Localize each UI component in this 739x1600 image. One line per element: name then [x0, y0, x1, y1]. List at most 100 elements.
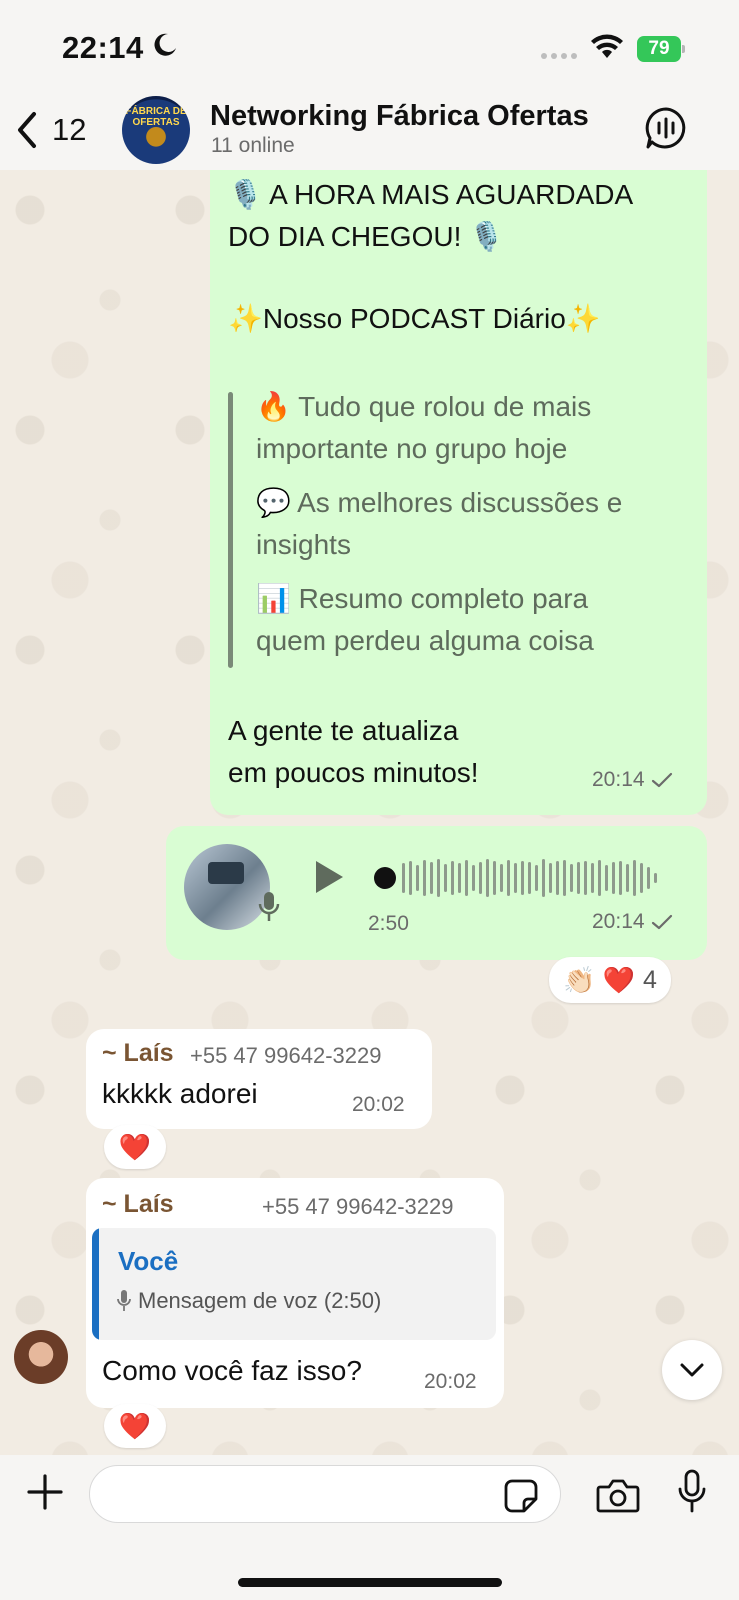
message-lais-2[interactable]: ~ Laís +55 47 99642-3229 Você Mensagem d… — [86, 1178, 504, 1408]
online-count: 11 online — [211, 134, 295, 157]
plus-icon[interactable] — [26, 1473, 64, 1511]
sent-check-icon — [651, 914, 672, 930]
waveform-bar — [493, 861, 496, 895]
message-text: kkkkk adorei — [102, 1078, 258, 1109]
reaction-pill[interactable]: ❤️ — [104, 1125, 166, 1169]
mic-icon — [258, 892, 280, 921]
waveform-bar — [577, 862, 580, 894]
voice-chat-icon[interactable] — [644, 106, 688, 150]
sender-avatar[interactable] — [14, 1330, 68, 1384]
message-line: A gente te atualiza — [228, 715, 459, 746]
status-bar: 22:14 79 — [0, 0, 739, 92]
waveform-bar — [570, 864, 573, 892]
camera-icon[interactable] — [596, 1477, 640, 1513]
quote-line: importante no grupo hoje — [256, 433, 568, 464]
waveform-bar — [619, 861, 622, 895]
signal-icon — [541, 53, 577, 59]
group-avatar[interactable]: FÁBRICA DE OFERTAS — [122, 96, 190, 164]
waveform-bar — [549, 863, 552, 893]
waveform-bar — [612, 862, 615, 894]
message-line: 🎙️ A HORA MAIS AGUARDADA — [228, 179, 634, 210]
message-podcast[interactable]: 🎙️ A HORA MAIS AGUARDADA DO DIA CHEGOU! … — [210, 170, 707, 815]
waveform-bar — [409, 861, 412, 895]
reaction-pill[interactable]: 👏🏻 ❤️ 4 — [549, 957, 671, 1003]
waveform-bar — [437, 859, 440, 897]
message-time: 20:14 — [592, 768, 645, 791]
quoted-reply[interactable]: Você Mensagem de voz (2:50) — [92, 1228, 496, 1340]
waveform-bar — [465, 860, 468, 896]
composer-bar — [0, 1455, 739, 1600]
chat-header: 12 FÁBRICA DE OFERTAS Networking Fábrica… — [0, 92, 739, 170]
sent-check-icon — [651, 772, 672, 788]
waveform-bar — [507, 860, 510, 896]
battery-level: 79 — [637, 36, 681, 62]
message-line: em poucos minutos! — [228, 757, 479, 788]
quote-line: insights — [256, 529, 351, 560]
chevron-down-icon — [680, 1363, 704, 1377]
waveform-bar — [654, 873, 657, 883]
waveform-playhead[interactable] — [374, 867, 396, 889]
waveform-bar — [626, 864, 629, 892]
waveform-bar — [528, 862, 531, 894]
waveform-bar — [605, 865, 608, 891]
mic-icon[interactable] — [678, 1469, 706, 1515]
quote-line: quem perdeu alguma coisa — [256, 625, 594, 656]
waveform-bar — [535, 865, 538, 891]
quote-line: 💬 As melhores discussões e — [256, 487, 623, 518]
reply-preview: Mensagem de voz (2:50) — [116, 1288, 381, 1314]
sender-phone: +55 47 99642-3229 — [190, 1043, 382, 1068]
reaction-count: 4 — [642, 965, 657, 994]
waveform-bar — [563, 860, 566, 896]
voice-waveform[interactable] — [374, 856, 657, 900]
message-text: Como você faz isso? — [102, 1355, 362, 1386]
waveform-bar — [402, 863, 405, 893]
scroll-down-button[interactable] — [662, 1340, 722, 1400]
battery-tip — [682, 45, 685, 53]
waveform-bar — [640, 863, 643, 893]
waveform-bar — [444, 864, 447, 892]
sticker-icon[interactable] — [504, 1479, 538, 1513]
message-voice[interactable]: 2:50 20:14 — [166, 826, 707, 960]
waveform-bar — [458, 863, 461, 893]
message-lais-1[interactable]: ~ Laís +55 47 99642-3229 kkkkk adorei 20… — [86, 1029, 432, 1129]
reaction-emojis: 👏🏻 ❤️ — [563, 964, 635, 995]
waveform-bar — [542, 859, 545, 897]
waveform-bar — [584, 861, 587, 895]
play-icon[interactable] — [312, 858, 346, 896]
group-avatar-logo: FÁBRICA DE OFERTAS — [125, 106, 187, 128]
waveform-bar — [486, 859, 489, 897]
reaction-pill[interactable]: ❤️ — [104, 1404, 166, 1448]
voice-duration: 2:50 — [368, 912, 409, 935]
battery-indicator: 79 — [637, 36, 685, 62]
sender-name[interactable]: ~ Laís — [102, 1190, 174, 1219]
chevron-left-icon — [18, 112, 36, 148]
waveform-bar — [556, 861, 559, 895]
wifi-icon — [591, 34, 623, 58]
quote-line: 🔥 Tudo que rolou de mais — [256, 391, 592, 422]
waveform-bar — [472, 865, 475, 891]
waveform-bar — [598, 860, 601, 896]
message-meta: 20:14 — [592, 910, 673, 934]
waveform-bar — [479, 862, 482, 894]
quote-line: 📊 Resumo completo para — [256, 583, 589, 614]
waveform-bar — [521, 861, 524, 895]
message-meta: 20:14 — [592, 768, 673, 792]
group-name[interactable]: Networking Fábrica Ofertas — [210, 100, 589, 133]
home-indicator — [238, 1578, 502, 1587]
waveform-bar — [451, 861, 454, 895]
waveform-bar — [423, 860, 426, 896]
back-button[interactable]: 12 — [14, 110, 86, 150]
reply-author: Você — [118, 1246, 179, 1276]
message-line: DO DIA CHEGOU! 🎙️ — [228, 221, 505, 252]
quote-bar — [228, 392, 233, 668]
sender-name[interactable]: ~ Laís — [102, 1039, 174, 1068]
message-line: ✨Nosso PODCAST Diário✨ — [228, 303, 601, 334]
waveform-bar — [633, 860, 636, 896]
waveform-bar — [514, 863, 517, 893]
waveform-bar — [430, 862, 433, 894]
message-time: 20:14 — [592, 910, 645, 933]
mic-icon — [117, 1290, 131, 1311]
message-input[interactable] — [89, 1465, 561, 1523]
status-time: 22:14 — [62, 30, 144, 65]
message-time: 20:02 — [352, 1093, 405, 1116]
